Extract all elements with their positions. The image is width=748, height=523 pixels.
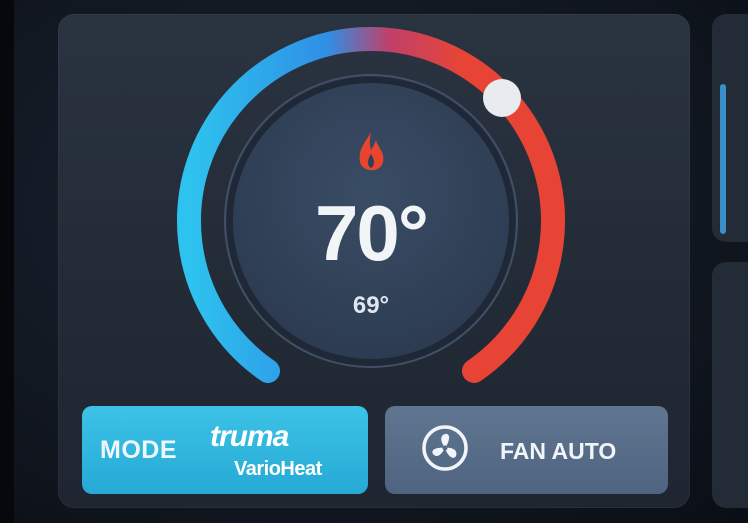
fan-auto-button[interactable]: FAN AUTO bbox=[385, 406, 668, 494]
screen: 70° 69° MODE truma VarioHeat FAN AUTO bbox=[0, 0, 748, 523]
dial-readout: 70° 69° bbox=[230, 80, 512, 362]
current-temperature: 69° bbox=[352, 292, 390, 319]
flame-icon bbox=[359, 132, 384, 171]
fan-icon bbox=[422, 425, 468, 471]
truma-logo: truma bbox=[210, 420, 289, 453]
mode-button[interactable]: MODE truma VarioHeat bbox=[82, 406, 368, 494]
setpoint-temperature: 70° bbox=[315, 189, 429, 277]
fan-auto-label: FAN AUTO bbox=[500, 438, 617, 464]
mode-label: MODE bbox=[100, 436, 177, 464]
varioheat-label: VarioHeat bbox=[234, 458, 322, 480]
